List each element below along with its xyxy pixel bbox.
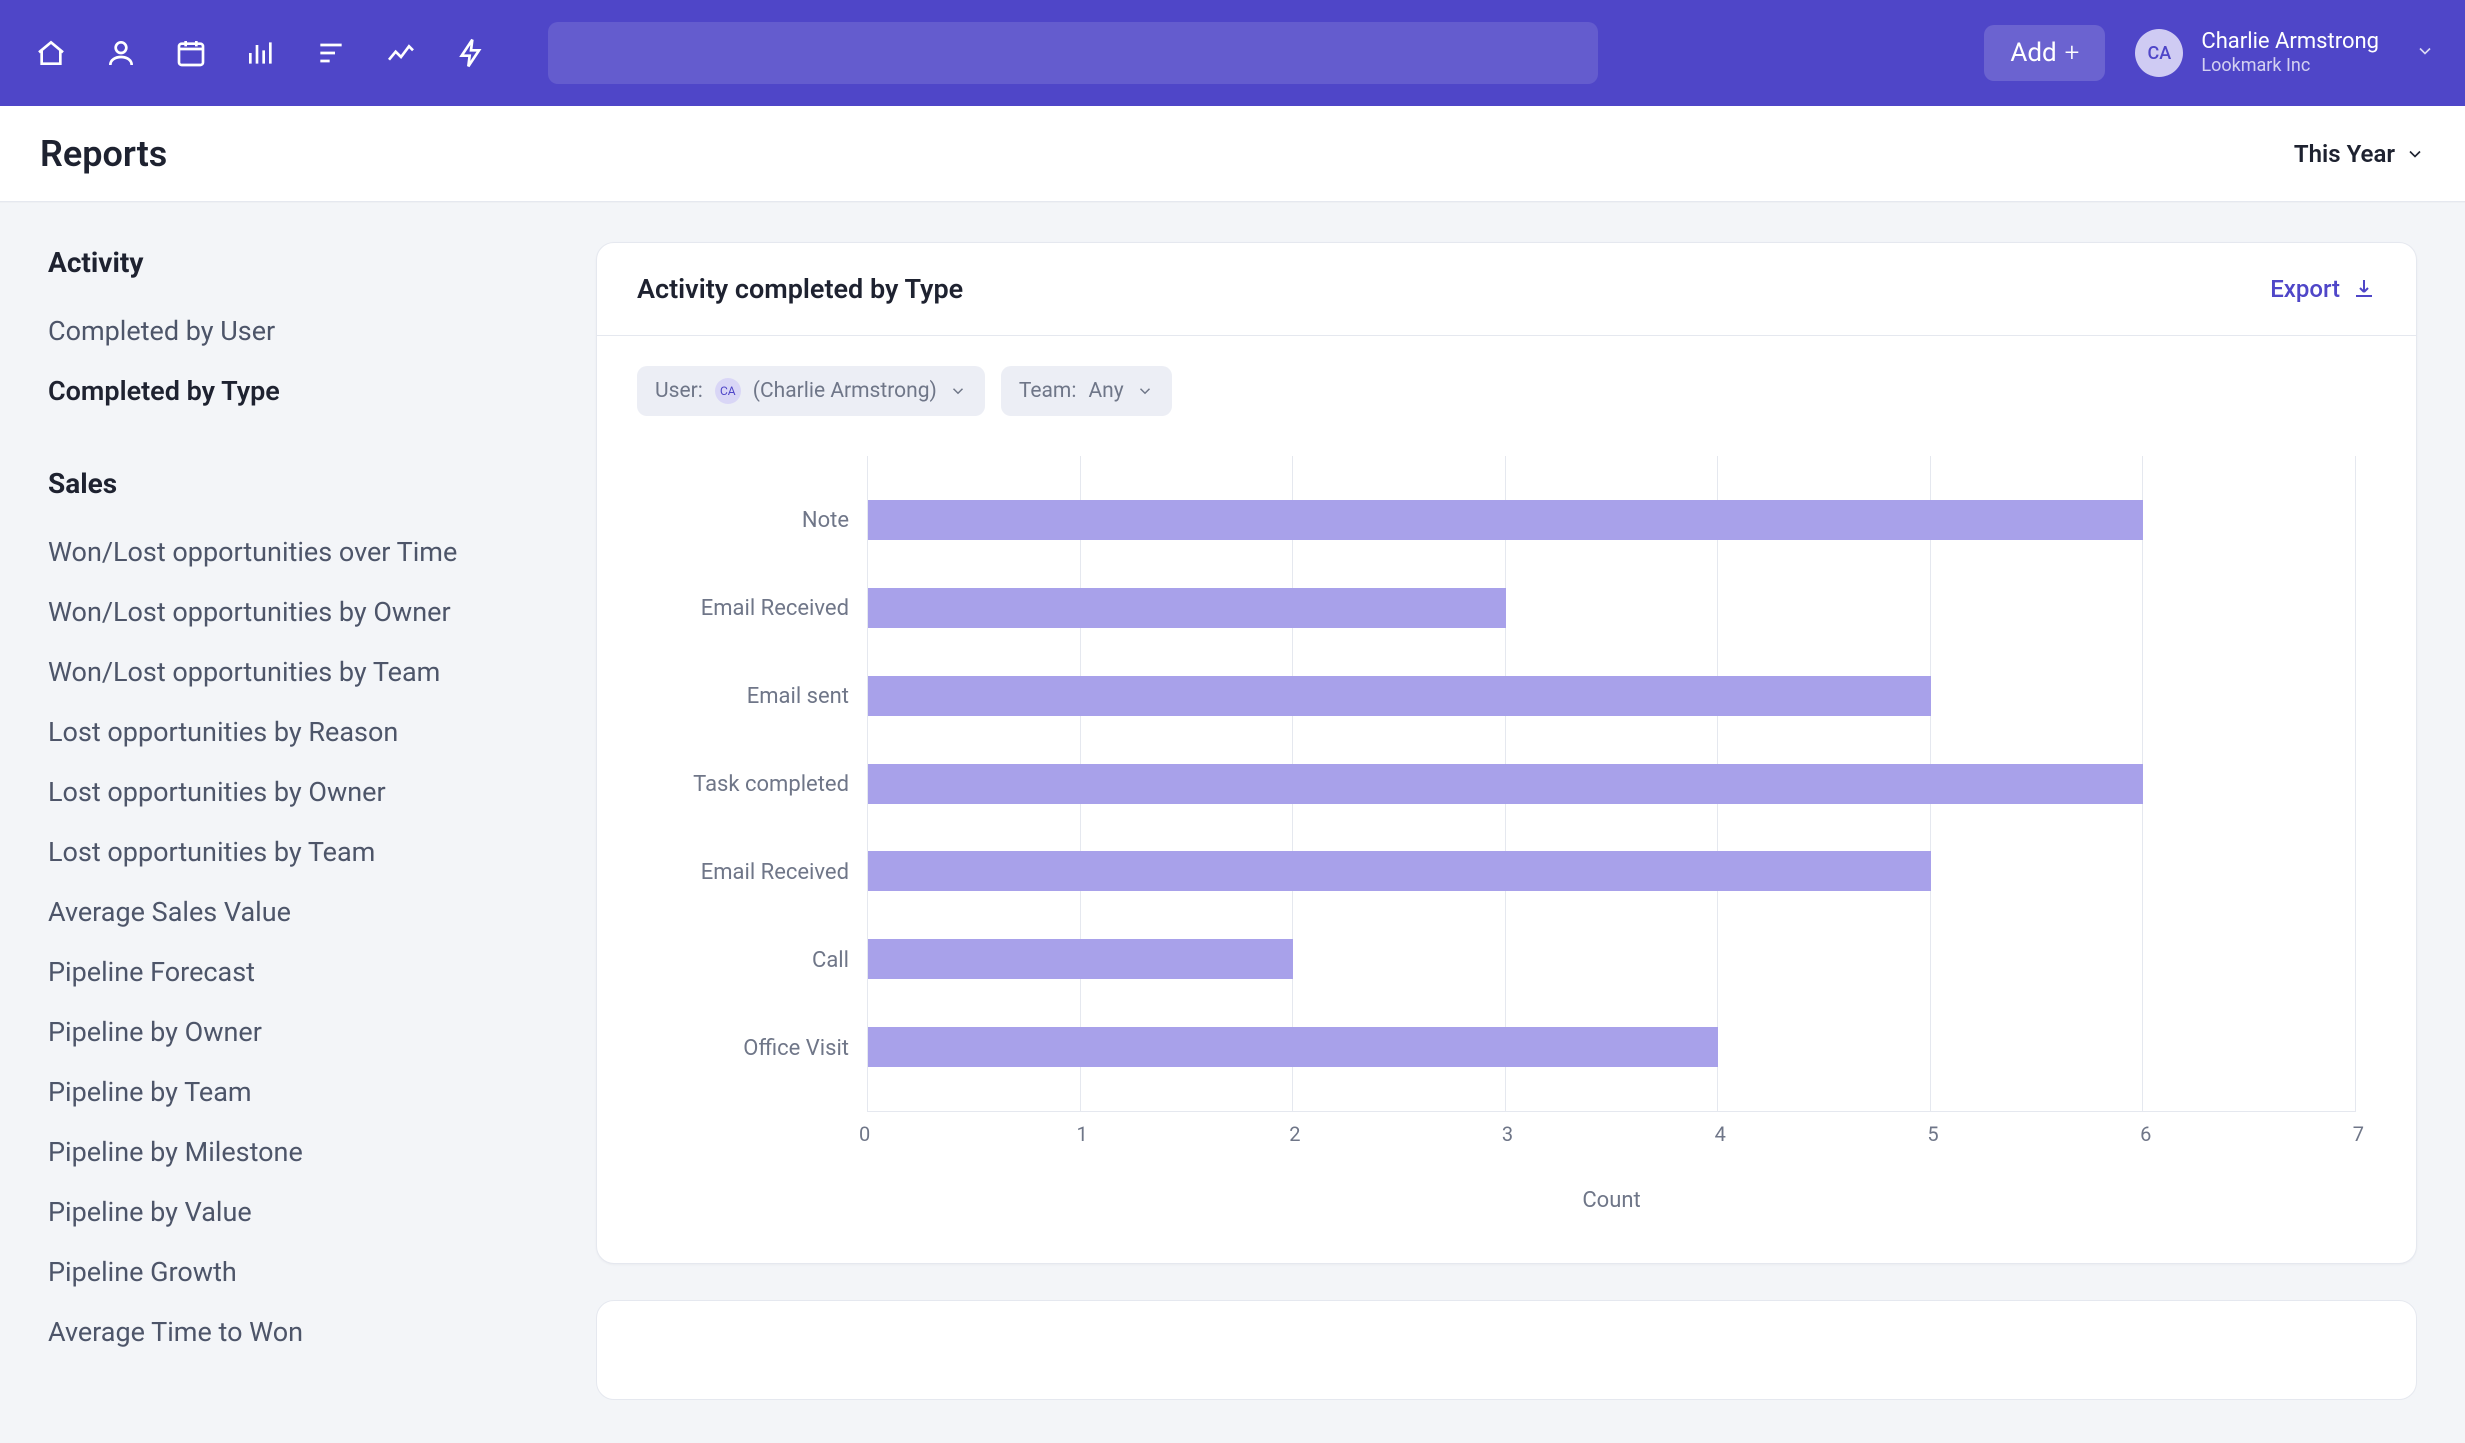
chart-bar-row	[868, 564, 2356, 652]
topbar: Add + CA Charlie Armstrong Lookmark Inc	[0, 0, 2465, 106]
sidebar-section-title: Sales	[48, 467, 548, 500]
person-icon[interactable]	[104, 36, 138, 70]
sidebar-item[interactable]: Won/Lost opportunities over Time	[48, 522, 548, 582]
export-button[interactable]: Export	[2270, 275, 2376, 303]
search-input-wrap	[548, 22, 1598, 84]
sidebar-item[interactable]: Lost opportunities by Team	[48, 822, 548, 882]
chart-y-label: Email Received	[637, 828, 849, 916]
bars-icon[interactable]	[244, 36, 278, 70]
chart: NoteEmail ReceivedEmail sentTask complet…	[597, 426, 2416, 1263]
chart-bar	[868, 500, 2143, 540]
report-card: Activity completed by Type Export User: …	[596, 242, 2417, 1264]
chart-bar	[868, 588, 1506, 628]
chart-bars	[868, 456, 2356, 1111]
user-org: Lookmark Inc	[2201, 55, 2379, 77]
chevron-down-icon	[949, 382, 967, 400]
chart-x-axis: 01234567	[867, 1122, 2356, 1148]
filters: User: CA (Charlie Armstrong) Team: Any	[597, 336, 2416, 426]
calendar-icon[interactable]	[174, 36, 208, 70]
chevron-down-icon	[1136, 382, 1154, 400]
chevron-down-icon	[2415, 41, 2435, 65]
sidebar-item[interactable]: Pipeline by Value	[48, 1182, 548, 1242]
nav-icons	[34, 36, 488, 70]
chart-bar	[868, 676, 1931, 716]
chart-bar	[868, 1027, 1718, 1067]
chart-bar-row	[868, 740, 2356, 828]
user-text: Charlie Armstrong Lookmark Inc	[2201, 29, 2379, 77]
sidebar-item[interactable]: Completed by Type	[48, 361, 548, 421]
chart-x-tick: 7	[2353, 1122, 2364, 1146]
sidebar-item[interactable]: Won/Lost opportunities by Owner	[48, 582, 548, 642]
chart-bar-row	[868, 652, 2356, 740]
home-icon[interactable]	[34, 36, 68, 70]
plus-icon: +	[2065, 40, 2080, 66]
chart-y-label: Email sent	[637, 652, 849, 740]
sidebar-item[interactable]: Lost opportunities by Owner	[48, 762, 548, 822]
chart-bar-row	[868, 827, 2356, 915]
chart-x-tick: 0	[859, 1122, 870, 1146]
sidebar-item[interactable]: Pipeline by Team	[48, 1062, 548, 1122]
sidebar-item[interactable]: Average Sales Value	[48, 882, 548, 942]
bolt-icon[interactable]	[454, 36, 488, 70]
search-input[interactable]	[548, 22, 1598, 84]
page-header: Reports This Year	[0, 106, 2465, 202]
list-icon[interactable]	[314, 36, 348, 70]
team-filter-label: Team:	[1019, 379, 1077, 403]
chart-bar	[868, 764, 2143, 804]
layout: Activity Completed by UserCompleted by Ty…	[0, 202, 2465, 1440]
sidebar-item[interactable]: Completed by User	[48, 301, 548, 361]
chart-x-title: Count	[867, 1188, 2356, 1213]
chevron-down-icon	[2405, 144, 2425, 164]
sidebar-item[interactable]: Pipeline by Milestone	[48, 1122, 548, 1182]
chart-y-label: Call	[637, 916, 849, 1004]
sidebar-item[interactable]: Pipeline Forecast	[48, 942, 548, 1002]
user-name: Charlie Armstrong	[2201, 29, 2379, 55]
user-filter-value: (Charlie Armstrong)	[753, 379, 937, 403]
chart-bar	[868, 851, 1931, 891]
next-card-placeholder	[596, 1300, 2417, 1400]
chart-y-labels: NoteEmail ReceivedEmail sentTask complet…	[637, 456, 867, 1112]
trend-icon[interactable]	[384, 36, 418, 70]
mini-avatar-initials: CA	[720, 384, 736, 398]
team-filter[interactable]: Team: Any	[1001, 366, 1172, 416]
card-head: Activity completed by Type Export	[597, 243, 2416, 336]
user-filter[interactable]: User: CA (Charlie Armstrong)	[637, 366, 985, 416]
avatar-initials: CA	[2148, 43, 2172, 64]
chart-y-label: Task completed	[637, 740, 849, 828]
avatar: CA	[2135, 29, 2183, 77]
chart-bar	[868, 939, 1293, 979]
sidebar: Activity Completed by UserCompleted by Ty…	[0, 202, 580, 1402]
chart-y-label: Office Visit	[637, 1004, 849, 1092]
user-menu[interactable]: CA Charlie Armstrong Lookmark Inc	[2135, 29, 2435, 77]
time-filter-label: This Year	[2294, 140, 2395, 168]
sidebar-item[interactable]: Pipeline Growth	[48, 1242, 548, 1302]
team-filter-value: Any	[1088, 379, 1123, 403]
add-button[interactable]: Add +	[1984, 25, 2105, 81]
export-label: Export	[2270, 275, 2340, 303]
mini-avatar: CA	[715, 378, 741, 404]
sidebar-item[interactable]: Average Time to Won	[48, 1302, 548, 1362]
sidebar-item[interactable]: Lost opportunities by Reason	[48, 702, 548, 762]
main: Activity completed by Type Export User: …	[580, 202, 2465, 1440]
time-filter[interactable]: This Year	[2294, 140, 2425, 168]
download-icon	[2352, 277, 2376, 301]
sidebar-item[interactable]: Pipeline by Owner	[48, 1002, 548, 1062]
card-title: Activity completed by Type	[637, 273, 963, 305]
chart-plot-area	[867, 456, 2356, 1112]
page-title: Reports	[40, 133, 167, 175]
chart-bar-row	[868, 476, 2356, 564]
chart-bar-row	[868, 1003, 2356, 1091]
chart-bar-row	[868, 915, 2356, 1003]
sidebar-section-title: Activity	[48, 246, 548, 279]
sidebar-item[interactable]: Won/Lost opportunities by Team	[48, 642, 548, 702]
user-filter-label: User:	[655, 379, 703, 403]
add-button-label: Add	[2010, 38, 2056, 68]
chart-y-label: Note	[637, 476, 849, 564]
chart-y-label: Email Received	[637, 564, 849, 652]
